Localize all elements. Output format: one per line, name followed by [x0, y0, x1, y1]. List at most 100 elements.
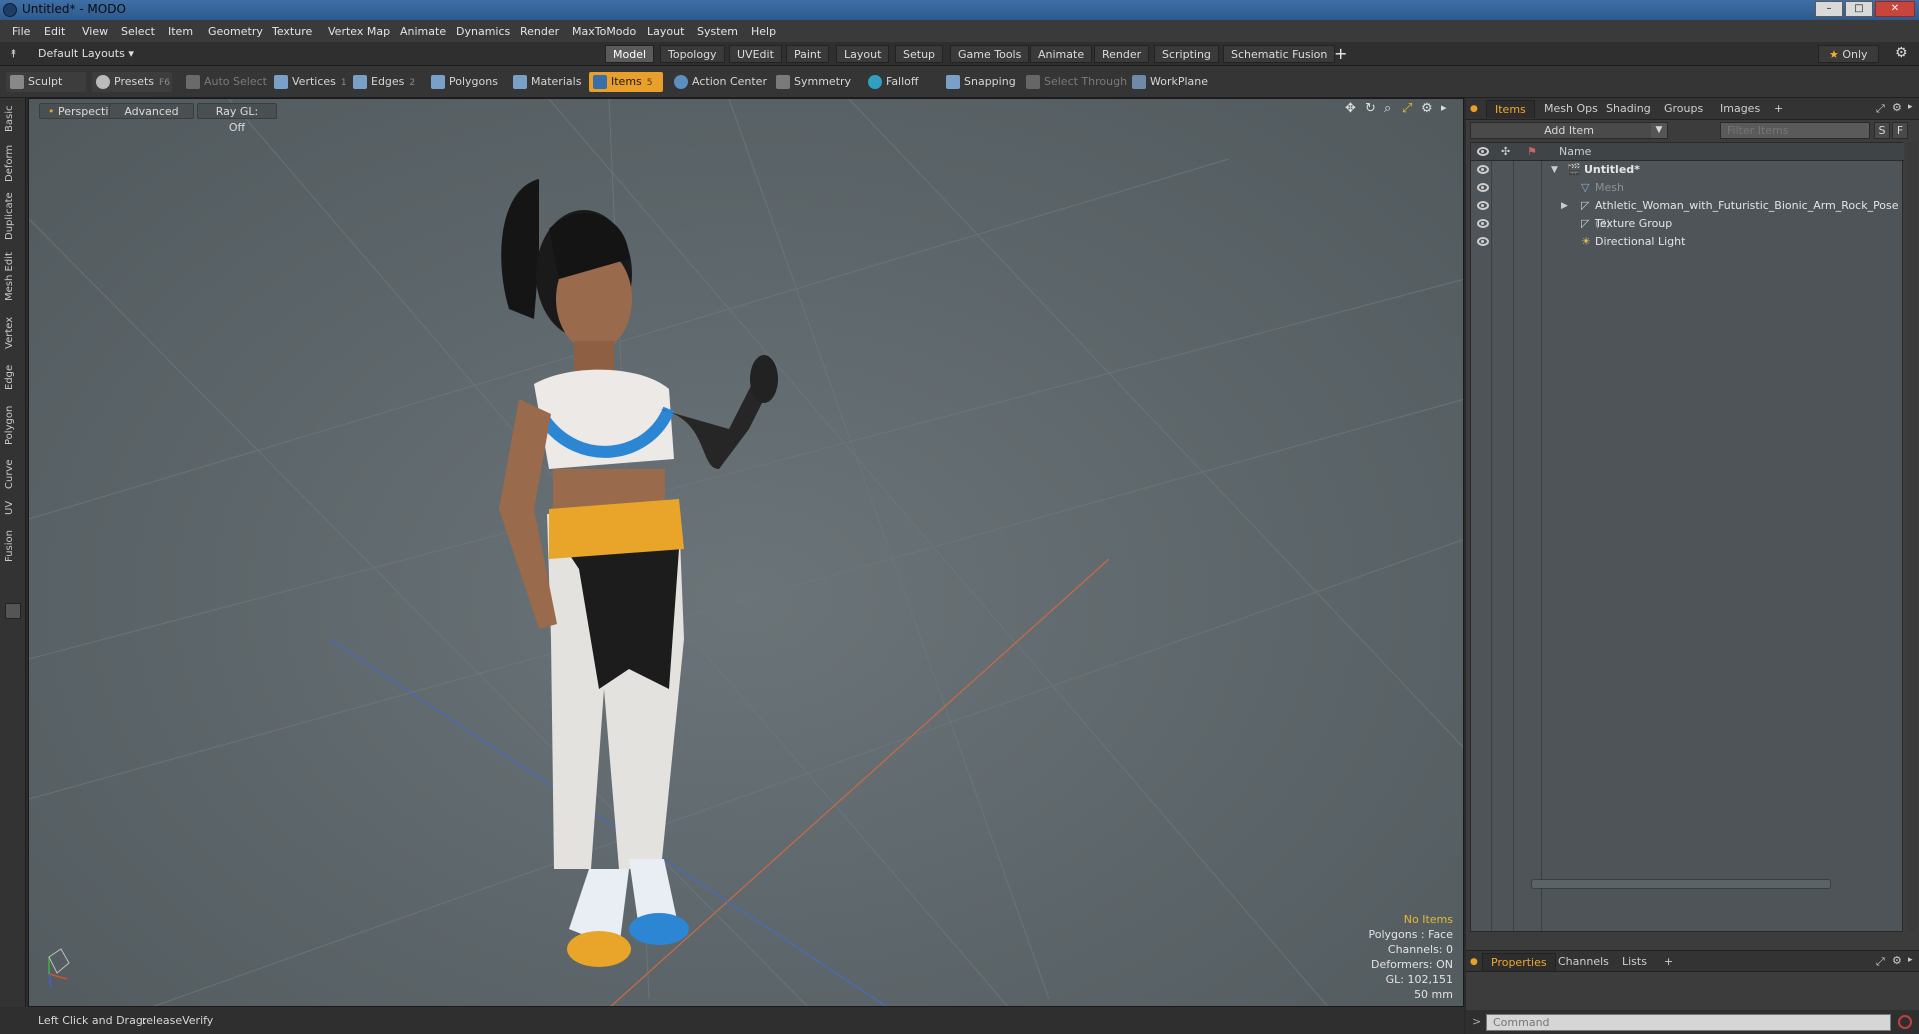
menu-maxtomodo[interactable]: MaxToModo: [572, 25, 636, 38]
zoom-icon[interactable]: ⌕: [1384, 101, 1391, 116]
vertical-scrollbar[interactable]: [1907, 142, 1917, 932]
tab-setup[interactable]: Setup: [895, 45, 944, 63]
3d-viewport[interactable]: • Perspective Advanced Ray GL: Off ✥ ↻ ⌕…: [28, 98, 1464, 1007]
vtab-duplicate[interactable]: Duplicate: [4, 190, 20, 242]
panel-gear-icon[interactable]: ⚙: [1892, 954, 1902, 967]
vtab-mesh-edit[interactable]: Mesh Edit: [4, 250, 20, 304]
symmetry-button[interactable]: Symmetry: [772, 72, 855, 92]
collapse-arrow-icon[interactable]: ▶: [1561, 197, 1568, 215]
menu-item[interactable]: Item: [168, 25, 193, 38]
vtab-basic[interactable]: Basic: [4, 102, 20, 136]
tab-model[interactable]: Model: [605, 45, 655, 63]
select-through-button[interactable]: Select Through: [1022, 72, 1131, 92]
add-item-dropdown[interactable]: Add Item ▼: [1470, 122, 1668, 139]
rotate-icon[interactable]: ↻: [1365, 101, 1376, 116]
menu-file[interactable]: File: [12, 25, 30, 38]
auto-select-button[interactable]: Auto Select: [182, 72, 271, 92]
visibility-toggle-icon[interactable]: [1477, 165, 1489, 174]
gear-icon[interactable]: ⚙: [1895, 45, 1908, 61]
workplane-button[interactable]: WorkPlane: [1128, 72, 1212, 92]
menu-render[interactable]: Render: [520, 25, 559, 38]
menu-help[interactable]: Help: [751, 25, 776, 38]
menu-view[interactable]: View: [82, 25, 108, 38]
tab-uvedit[interactable]: UVEdit: [729, 45, 782, 63]
item-row-texture-group[interactable]: ◸ Texture Group: [1471, 215, 1904, 233]
expand-icon[interactable]: ⤢: [1876, 102, 1885, 116]
menu-texture[interactable]: Texture: [272, 25, 312, 38]
menu-geometry[interactable]: Geometry: [208, 25, 263, 38]
item-row-athletic-woman[interactable]: ▶ ◸ Athletic_Woman_with_Futuristic_Bioni…: [1471, 197, 1904, 230]
maximize-button[interactable]: □: [1845, 1, 1873, 17]
item-row-scene[interactable]: ▼ 🎬 Untitled*: [1471, 161, 1904, 179]
character-model[interactable]: [479, 169, 899, 1007]
vtab-curve[interactable]: Curve: [4, 456, 20, 492]
menu-layout[interactable]: Layout: [647, 25, 684, 38]
add-panel-tab-button[interactable]: +: [1766, 100, 1791, 118]
tab-schematic-fusion[interactable]: Schematic Fusion: [1223, 45, 1336, 63]
tab-properties[interactable]: Properties: [1482, 953, 1556, 971]
vtab-uv[interactable]: UV: [4, 498, 20, 518]
horizontal-scrollbar[interactable]: [1531, 879, 1831, 889]
add-tab-icon[interactable]: +: [1334, 44, 1347, 63]
menu-edit[interactable]: Edit: [44, 25, 65, 38]
vtab-edge[interactable]: Edge: [4, 360, 20, 394]
vtab-deform[interactable]: Deform: [4, 142, 20, 184]
sculpt-button[interactable]: Sculpt: [6, 72, 86, 92]
tab-images[interactable]: Images: [1712, 100, 1768, 118]
tab-channels[interactable]: Channels: [1550, 953, 1617, 971]
tab-render[interactable]: Render: [1094, 45, 1150, 63]
menu-system[interactable]: System: [697, 25, 738, 38]
visibility-toggle-icon[interactable]: [1477, 237, 1489, 246]
items-button[interactable]: Items 5: [589, 72, 663, 92]
snapping-button[interactable]: Snapping: [942, 72, 1020, 92]
command-history-icon[interactable]: [1898, 1015, 1912, 1029]
layout-collapse-icon[interactable]: ⯭: [10, 47, 22, 60]
tab-lists[interactable]: Lists: [1614, 953, 1655, 971]
menu-select[interactable]: Select: [121, 25, 155, 38]
visibility-toggle-icon[interactable]: [1477, 183, 1489, 192]
tab-items[interactable]: Items: [1486, 100, 1535, 118]
panel-gear-icon[interactable]: ⚙: [1892, 101, 1902, 114]
raygl-toggle[interactable]: Ray GL: Off: [197, 103, 277, 134]
menu-animate[interactable]: Animate: [400, 25, 446, 38]
panel-menu-arrow-icon[interactable]: ▸: [1908, 102, 1913, 112]
viewport-settings-icon[interactable]: ⚙: [1421, 101, 1433, 116]
item-row-mesh[interactable]: ▽ Mesh: [1471, 179, 1904, 197]
tab-groups[interactable]: Groups: [1656, 100, 1711, 118]
visibility-toggle-icon[interactable]: [1477, 201, 1489, 210]
viewport-mode-button[interactable]: Advanced: [109, 103, 194, 119]
fit-icon[interactable]: ⤢: [1402, 101, 1412, 116]
filter-f-toggle[interactable]: F: [1892, 122, 1908, 139]
add-props-tab-button[interactable]: +: [1656, 953, 1681, 971]
default-layouts-dropdown[interactable]: Default Layouts ▾: [38, 47, 134, 60]
edges-button[interactable]: Edges 2: [349, 72, 419, 92]
only-toggle[interactable]: ★ Only: [1818, 45, 1879, 63]
pan-icon[interactable]: ✥: [1345, 101, 1356, 116]
polygons-button[interactable]: Polygons: [427, 72, 502, 92]
minimize-button[interactable]: –: [1815, 1, 1843, 17]
materials-button[interactable]: Materials: [509, 72, 585, 92]
command-input[interactable]: [1486, 1014, 1891, 1031]
expand-icon[interactable]: ⤢: [1876, 955, 1885, 969]
vtab-vertex[interactable]: Vertex: [4, 314, 20, 352]
presets-button[interactable]: Presets F6: [92, 72, 172, 92]
menu-dynamics[interactable]: Dynamics: [456, 25, 510, 38]
falloff-button[interactable]: Falloff: [864, 72, 922, 92]
tab-animate[interactable]: Animate: [1030, 45, 1093, 63]
filter-items-input[interactable]: [1720, 122, 1870, 139]
close-button[interactable]: ✕: [1875, 1, 1915, 17]
tab-mesh-ops[interactable]: Mesh Ops: [1536, 100, 1606, 118]
item-row-directional-light[interactable]: ☀ Directional Light: [1471, 233, 1904, 251]
viewport-menu-arrow-icon[interactable]: ▸: [1441, 101, 1447, 114]
filter-s-toggle[interactable]: S: [1874, 122, 1890, 139]
tab-paint[interactable]: Paint: [786, 45, 830, 63]
toggle-panel-button[interactable]: [5, 603, 21, 619]
tab-scripting[interactable]: Scripting: [1154, 45, 1219, 63]
tab-topology[interactable]: Topology: [660, 45, 725, 63]
panel-menu-arrow-icon[interactable]: ▸: [1908, 955, 1913, 965]
vertices-button[interactable]: Vertices 1: [270, 72, 351, 92]
expand-arrow-icon[interactable]: ▼: [1551, 161, 1558, 179]
visibility-toggle-icon[interactable]: [1477, 219, 1489, 228]
vtab-fusion[interactable]: Fusion: [4, 526, 20, 566]
tab-game-tools[interactable]: Game Tools: [950, 45, 1030, 63]
